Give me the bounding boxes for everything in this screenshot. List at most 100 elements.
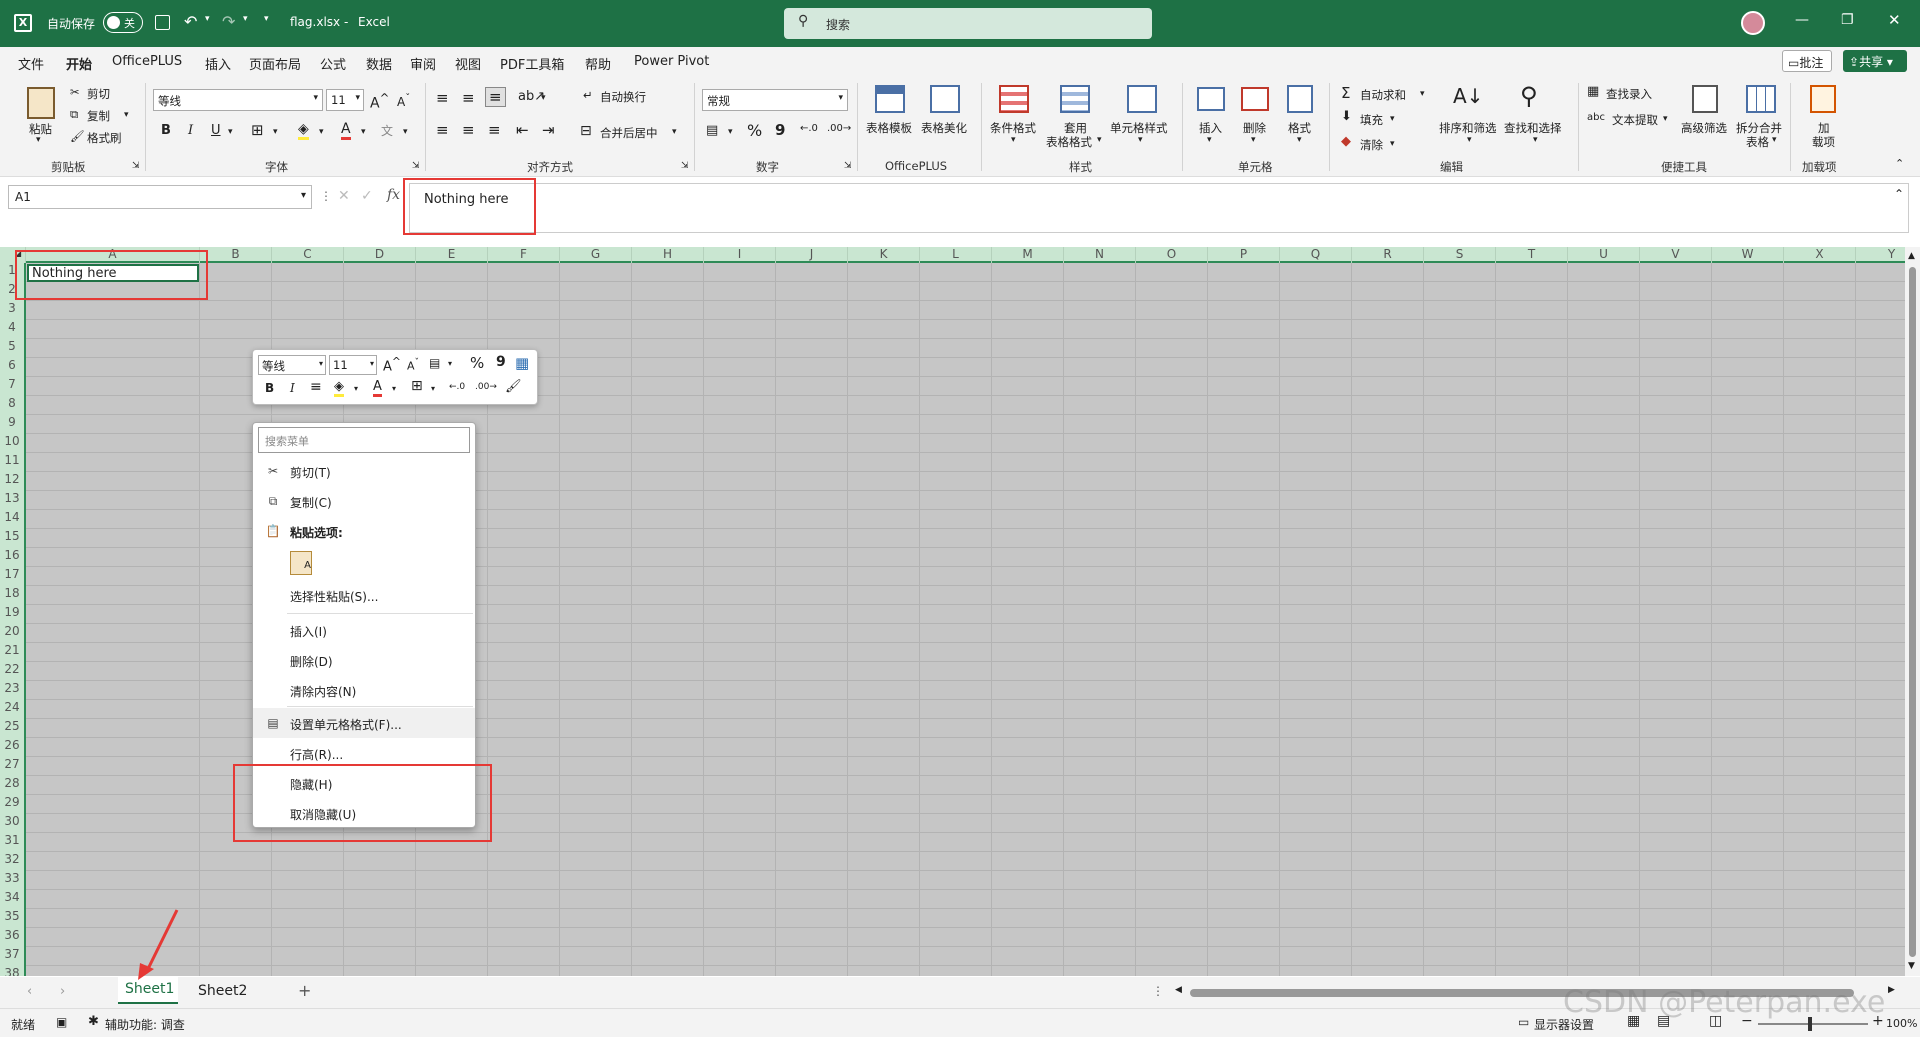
- row-header-30[interactable]: 30: [0, 814, 26, 833]
- chevron-down-icon[interactable]: ▾: [361, 127, 366, 137]
- accessibility-status[interactable]: 辅助功能: 调查: [105, 1016, 185, 1033]
- enter-icon[interactable]: ✓: [361, 188, 373, 204]
- merge-center-button[interactable]: 合并后居中: [600, 125, 658, 141]
- increase-indent-icon[interactable]: ⇥: [542, 121, 555, 139]
- decrease-decimal-icon[interactable]: .00→: [827, 123, 851, 134]
- row-header-15[interactable]: 15: [0, 529, 26, 548]
- format-as-table-label-2[interactable]: 表格格式: [1046, 134, 1092, 150]
- column-header-b[interactable]: B: [200, 247, 272, 263]
- addins-label-2[interactable]: 载项: [1812, 134, 1835, 150]
- column-header-u[interactable]: U: [1568, 247, 1640, 263]
- chevron-down-icon[interactable]: ▾: [431, 384, 435, 393]
- column-header-k[interactable]: K: [848, 247, 920, 263]
- tab-formulas[interactable]: 公式: [320, 54, 346, 73]
- mini-italic-button[interactable]: I: [290, 381, 295, 395]
- text-extract-icon[interactable]: abc: [1587, 112, 1605, 123]
- collapse-ribbon-icon[interactable]: ⌃: [1895, 157, 1904, 170]
- row-header-33[interactable]: 33: [0, 871, 26, 890]
- decrease-font-icon[interactable]: Aˇ: [397, 93, 410, 109]
- menu-item-insert[interactable]: 插入(I): [253, 615, 475, 645]
- insert-function-button[interactable]: fx: [387, 187, 400, 203]
- cut-icon[interactable]: ✂: [70, 85, 80, 99]
- row-header-11[interactable]: 11: [0, 453, 26, 472]
- split-merge-label-2[interactable]: 表格: [1746, 134, 1769, 150]
- row-header-17[interactable]: 17: [0, 567, 26, 586]
- column-header-v[interactable]: V: [1640, 247, 1712, 263]
- mini-size-select[interactable]: 11 ▾: [329, 355, 377, 375]
- row-header-27[interactable]: 27: [0, 757, 26, 776]
- row-header-19[interactable]: 19: [0, 605, 26, 624]
- italic-icon[interactable]: I: [188, 123, 193, 138]
- wrap-text-icon[interactable]: ↵: [583, 88, 593, 102]
- decrease-decimal-icon[interactable]: .00→: [475, 382, 497, 392]
- chevron-down-icon[interactable]: ▾: [1207, 135, 1212, 145]
- next-sheet-icon[interactable]: ›: [60, 984, 65, 999]
- table-beautify-button[interactable]: 表格美化: [921, 120, 967, 136]
- borders-icon[interactable]: ⊞: [411, 378, 423, 394]
- vertical-scrollbar[interactable]: ▲ ▼: [1905, 247, 1920, 976]
- find-select-icon[interactable]: ⚲: [1520, 82, 1538, 110]
- undo-icon[interactable]: ↶: [184, 12, 197, 31]
- sort-filter-button[interactable]: 排序和筛选: [1439, 120, 1497, 136]
- macro-record-icon[interactable]: ▣: [56, 1015, 67, 1029]
- lookup-icon[interactable]: ▦: [1587, 84, 1599, 99]
- name-box[interactable]: A1 ▾: [8, 185, 312, 209]
- chevron-down-icon[interactable]: ▾: [1097, 135, 1102, 145]
- cut-button[interactable]: 剪切: [87, 86, 110, 102]
- increase-decimal-icon[interactable]: ←.0: [449, 382, 465, 392]
- column-header-l[interactable]: L: [920, 247, 992, 263]
- scroll-up-icon[interactable]: ▲: [1908, 251, 1915, 261]
- row-header-12[interactable]: 12: [0, 472, 26, 491]
- chevron-down-icon[interactable]: ▾: [354, 384, 358, 393]
- chevron-down-icon[interactable]: ▾: [124, 110, 129, 120]
- column-header-w[interactable]: W: [1712, 247, 1784, 263]
- merge-center-icon[interactable]: ⊟: [580, 123, 592, 139]
- more-options-icon[interactable]: ⋮: [1152, 984, 1164, 998]
- chevron-down-icon[interactable]: ▾: [1772, 135, 1777, 145]
- menu-item-cut[interactable]: ✂ 剪切(T): [253, 456, 475, 486]
- column-header-t[interactable]: T: [1496, 247, 1568, 263]
- column-header-o[interactable]: O: [1136, 247, 1208, 263]
- chevron-down-icon[interactable]: ▾: [541, 93, 546, 103]
- tab-page-layout[interactable]: 页面布局: [249, 54, 301, 73]
- column-header-f[interactable]: F: [488, 247, 560, 263]
- row-header-35[interactable]: 35: [0, 909, 26, 928]
- mini-font-select[interactable]: 等线 ▾: [258, 355, 326, 375]
- autosave-toggle[interactable]: 关: [103, 12, 143, 33]
- font-color-icon[interactable]: A: [341, 121, 351, 140]
- display-settings-icon[interactable]: ▭: [1518, 1015, 1529, 1029]
- autosum-icon[interactable]: Σ: [1341, 84, 1350, 102]
- redo-dropdown-icon[interactable]: ▾: [243, 14, 248, 24]
- mini-comma-button[interactable]: 9: [496, 354, 506, 370]
- phonetic-icon[interactable]: 文: [381, 122, 393, 139]
- sort-filter-icon[interactable]: A↓: [1453, 84, 1483, 108]
- column-header-c[interactable]: C: [272, 247, 344, 263]
- menu-item-paste-special[interactable]: 选择性粘贴(S)...: [253, 581, 475, 609]
- column-header-d[interactable]: D: [344, 247, 416, 263]
- chevron-down-icon[interactable]: ▾: [1011, 135, 1016, 145]
- chevron-down-icon[interactable]: ▾: [319, 127, 324, 137]
- menu-search-input[interactable]: 搜索菜单: [258, 427, 470, 453]
- insert-cells-icon[interactable]: [1197, 87, 1225, 111]
- close-icon[interactable]: ✕: [1888, 11, 1901, 29]
- chevron-down-icon[interactable]: ▾: [1251, 135, 1256, 145]
- chevron-down-icon[interactable]: ▾: [1390, 139, 1395, 149]
- font-color-icon[interactable]: A: [373, 379, 382, 397]
- row-header-36[interactable]: 36: [0, 928, 26, 947]
- row-header-37[interactable]: 37: [0, 947, 26, 966]
- comments-button[interactable]: ▭批注: [1782, 50, 1832, 72]
- format-painter-icon[interactable]: 🖌: [70, 129, 85, 143]
- tab-file[interactable]: 文件: [18, 54, 44, 73]
- chevron-down-icon[interactable]: ▾: [392, 384, 396, 393]
- row-header-21[interactable]: 21: [0, 643, 26, 662]
- column-header-n[interactable]: N: [1064, 247, 1136, 263]
- column-header-p[interactable]: P: [1208, 247, 1280, 263]
- chevron-down-icon[interactable]: ▾: [36, 135, 41, 145]
- row-header-24[interactable]: 24: [0, 700, 26, 719]
- format-cells-button[interactable]: 格式: [1288, 120, 1311, 136]
- column-header-y[interactable]: Y: [1856, 247, 1905, 263]
- column-header-j[interactable]: J: [776, 247, 848, 263]
- column-header-e[interactable]: E: [416, 247, 488, 263]
- tab-pdf-tools[interactable]: PDF工具箱: [500, 54, 564, 73]
- autosum-button[interactable]: 自动求和: [1360, 87, 1406, 103]
